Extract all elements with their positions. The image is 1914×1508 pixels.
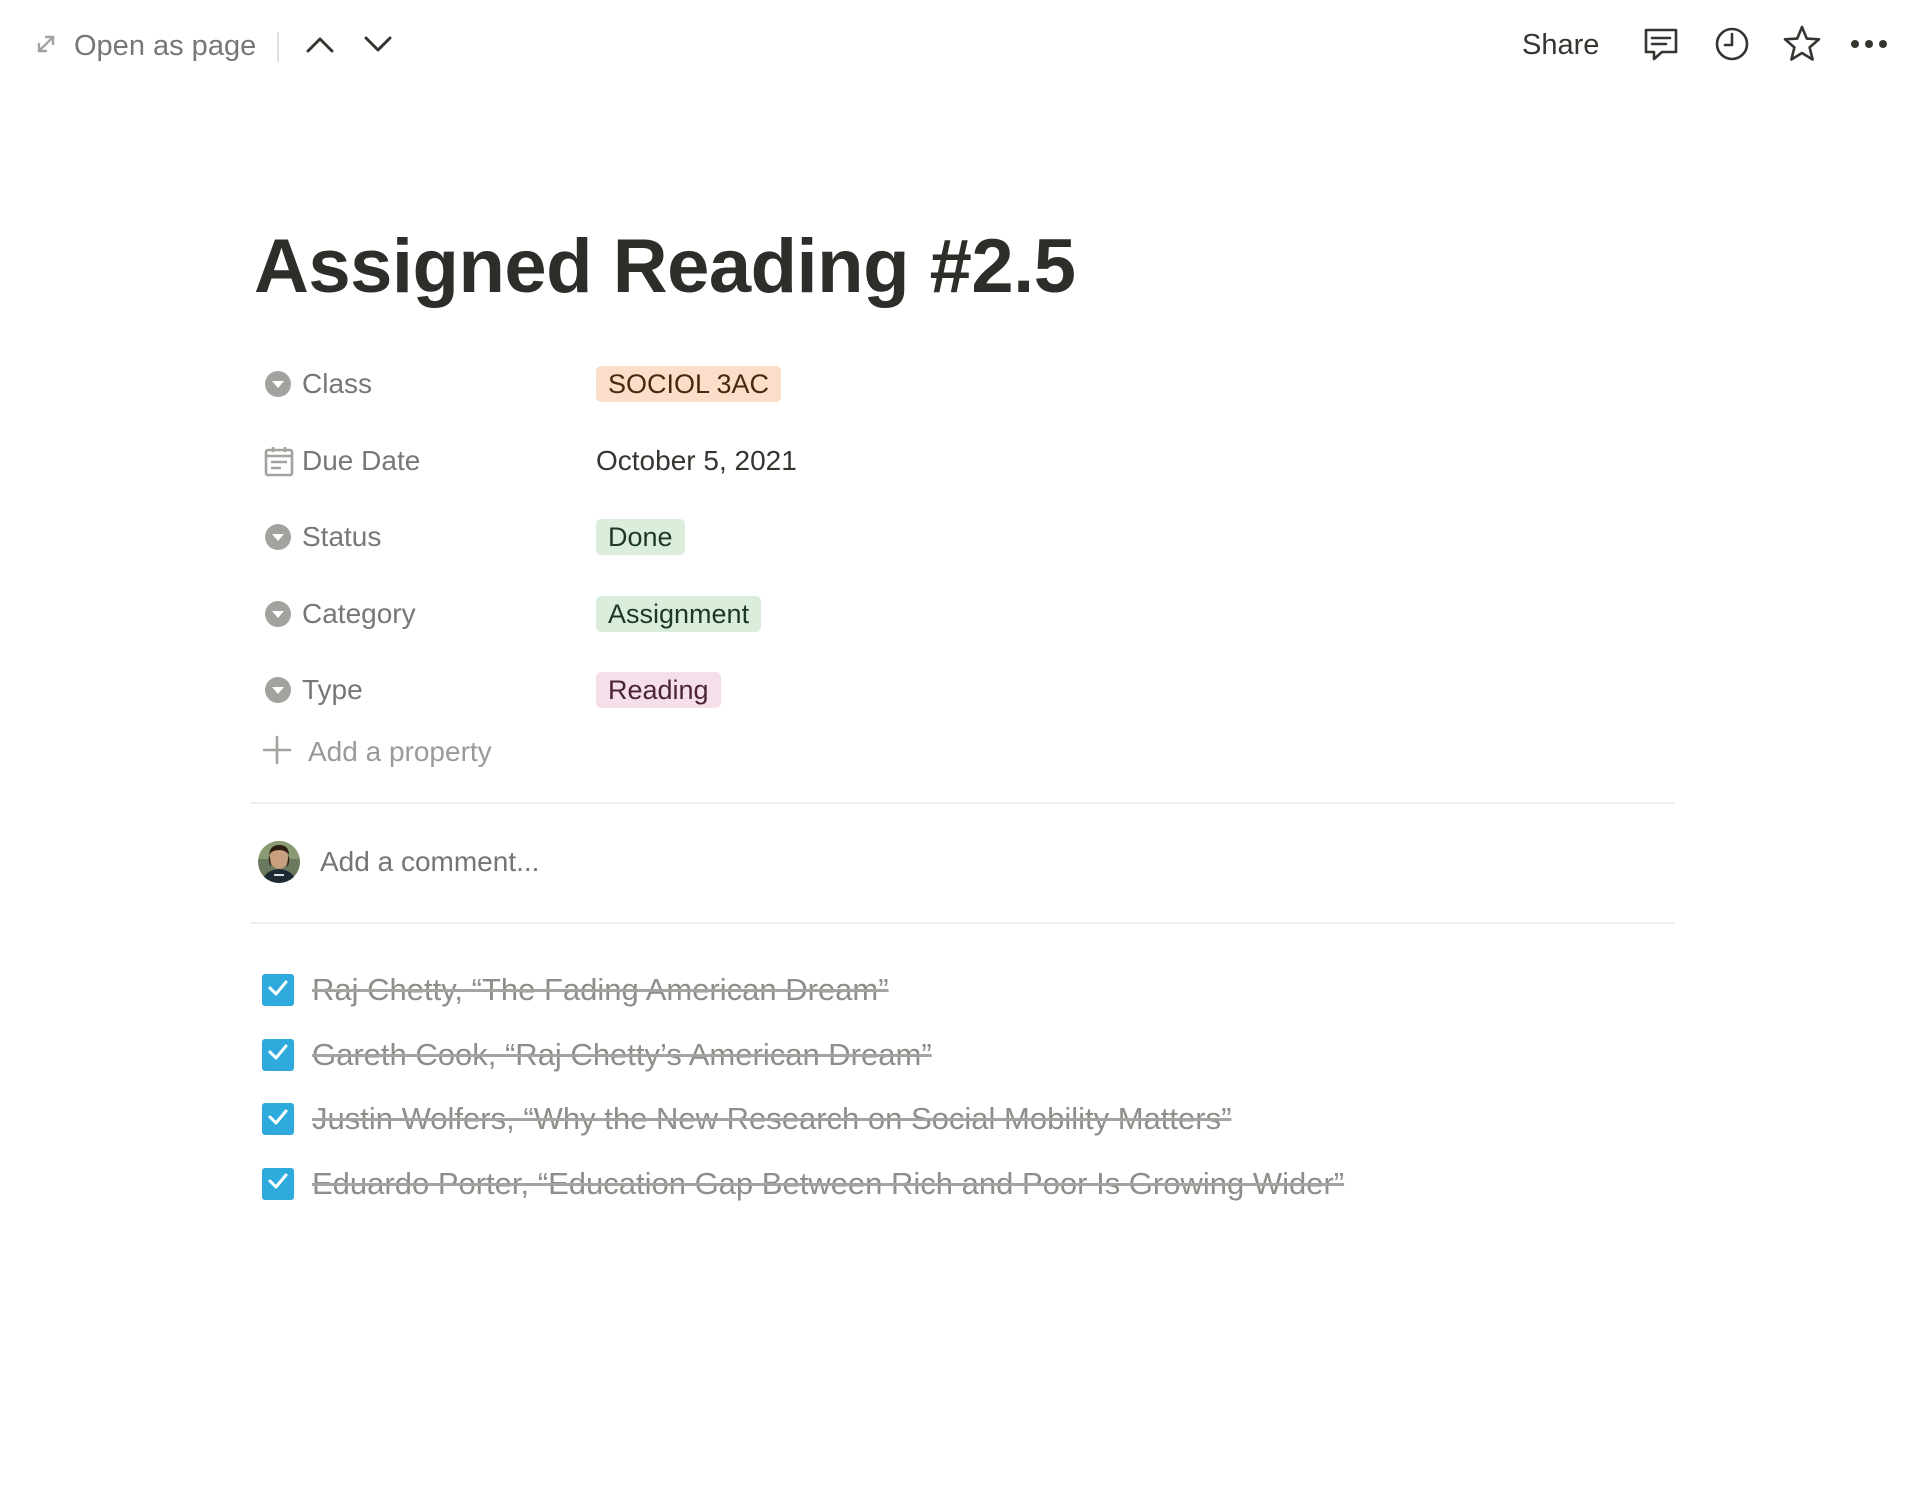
todo-checkbox[interactable] (262, 1038, 294, 1071)
todo-checkbox[interactable] (262, 1167, 294, 1200)
toolbar-divider (277, 32, 279, 62)
property-row-category: Category Assignment (254, 576, 1674, 653)
clock-icon (1713, 25, 1751, 68)
comments-button[interactable] (1637, 22, 1685, 70)
calendar-icon (254, 441, 302, 481)
select-icon (254, 670, 302, 710)
todo-item: Eduardo Porter, “Education Gap Between R… (262, 1152, 1662, 1217)
todo-item: Raj Chetty, “The Fading American Dream” (262, 958, 1662, 1023)
divider (251, 802, 1674, 804)
select-icon (254, 517, 302, 557)
status-tag: Done (596, 519, 685, 556)
open-as-page-button[interactable]: Open as page (34, 26, 256, 66)
property-row-status: Status Done (254, 499, 1674, 576)
open-as-page-label: Open as page (74, 29, 257, 62)
add-property-button[interactable]: Add a property (262, 730, 492, 774)
property-label: Class (302, 368, 373, 400)
property-name-type[interactable]: Type (254, 665, 596, 715)
divider (251, 922, 1674, 924)
add-property-label: Add a property (308, 736, 492, 767)
plus-icon (262, 735, 292, 770)
checkmark-icon (266, 1105, 290, 1134)
select-icon (254, 594, 302, 634)
property-label: Type (302, 674, 363, 706)
property-name-due-date[interactable]: Due Date (254, 436, 596, 486)
comment-input[interactable] (320, 846, 1120, 878)
chevron-up-icon (305, 34, 335, 59)
checkmark-icon (266, 976, 290, 1005)
previous-page-button[interactable] (298, 26, 342, 66)
property-name-category[interactable]: Category (254, 589, 596, 639)
comment-row (258, 838, 1120, 886)
todo-text[interactable]: Justin Wolfers, “Why the New Research on… (312, 1101, 1231, 1137)
select-icon (254, 364, 302, 404)
properties-list: Class SOCIOL 3AC Due Date October 5, 202… (254, 346, 1674, 729)
more-button[interactable] (1845, 22, 1893, 70)
checkmark-icon (266, 1040, 290, 1069)
property-value-category[interactable]: Assignment (596, 589, 762, 639)
todo-text[interactable]: Raj Chetty, “The Fading American Dream” (312, 972, 889, 1008)
more-icon (1849, 37, 1889, 55)
favorite-button[interactable] (1778, 22, 1826, 70)
topbar: Open as page Share (0, 0, 1914, 92)
todo-text[interactable]: Gareth Cook, “Raj Chetty’s American Drea… (312, 1037, 932, 1073)
property-label: Category (302, 597, 416, 629)
expand-icon (34, 32, 58, 61)
updates-button[interactable] (1708, 22, 1756, 70)
todo-item: Justin Wolfers, “Why the New Research on… (262, 1087, 1662, 1152)
todo-text[interactable]: Eduardo Porter, “Education Gap Between R… (312, 1166, 1344, 1202)
property-row-class: Class SOCIOL 3AC (254, 346, 1674, 423)
property-name-class[interactable]: Class (254, 359, 596, 409)
comments-icon (1642, 25, 1680, 68)
page-title[interactable]: Assigned Reading #2.5 (254, 222, 1076, 312)
checkmark-icon (266, 1169, 290, 1198)
category-tag: Assignment (596, 595, 762, 632)
property-label: Due Date (302, 444, 421, 476)
todo-list: Raj Chetty, “The Fading American Dream” … (262, 958, 1662, 1216)
property-value-type[interactable]: Reading (596, 665, 721, 715)
property-value-due-date[interactable]: October 5, 2021 (596, 436, 797, 486)
property-value-class[interactable]: SOCIOL 3AC (596, 359, 782, 409)
avatar (258, 841, 300, 883)
property-row-type: Type Reading (254, 652, 1674, 729)
property-value-status[interactable]: Done (596, 512, 685, 562)
todo-checkbox[interactable] (262, 974, 294, 1007)
star-icon (1782, 24, 1822, 69)
property-label: Status (302, 521, 382, 553)
property-row-due-date: Due Date October 5, 2021 (254, 423, 1674, 500)
class-tag: SOCIOL 3AC (596, 366, 782, 403)
property-name-status[interactable]: Status (254, 512, 596, 562)
chevron-down-icon (363, 34, 393, 59)
todo-checkbox[interactable] (262, 1103, 294, 1136)
due-date-value: October 5, 2021 (596, 444, 797, 476)
type-tag: Reading (596, 672, 721, 709)
todo-item: Gareth Cook, “Raj Chetty’s American Drea… (262, 1023, 1662, 1088)
share-button[interactable]: Share (1522, 24, 1599, 66)
next-page-button[interactable] (356, 26, 400, 66)
